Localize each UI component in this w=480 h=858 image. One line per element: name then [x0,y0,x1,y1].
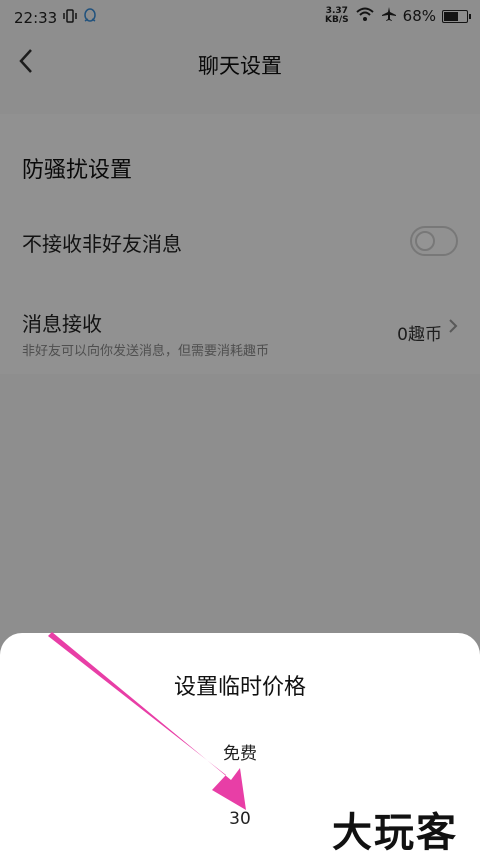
watermark-text: 大玩客 [332,810,458,856]
sheet-title: 设置临时价格 [173,675,306,700]
screen: 22:33 3.37 KB/S 68% 聊天设置 防骚扰设置 不接收非好友消息 … [0,0,480,856]
price-option-free[interactable]: 免费 [0,739,480,764]
